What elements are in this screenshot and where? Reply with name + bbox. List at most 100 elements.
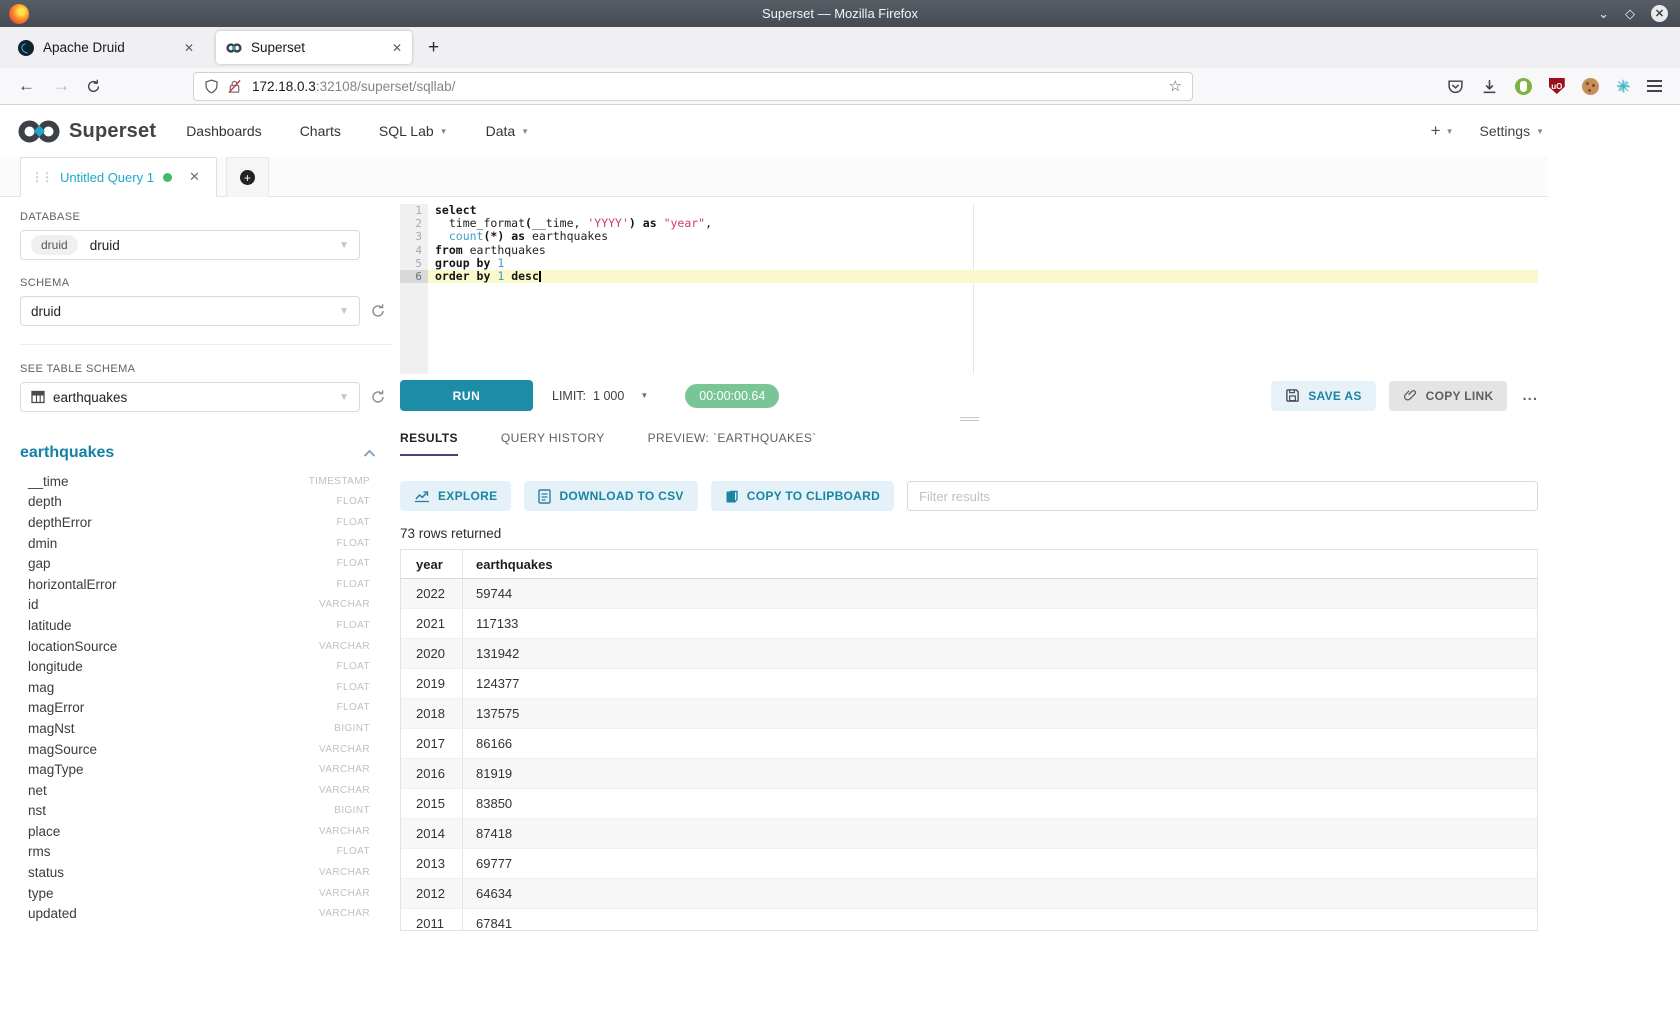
schema-column-row: magTypeVARCHAR: [28, 759, 370, 780]
settings-menu[interactable]: Settings▼: [1479, 123, 1544, 139]
limit-dropdown[interactable]: LIMIT: 1 000 ▼: [552, 389, 648, 403]
column-name: id: [28, 597, 39, 612]
sql-editor[interactable]: 123456 select time_format(__time, 'YYYY'…: [400, 204, 1538, 374]
table-row: 2019124377: [401, 669, 1537, 699]
column-type: VARCHAR: [319, 599, 370, 610]
back-button[interactable]: ←: [18, 76, 35, 96]
cell-earthquakes: 124377: [463, 669, 1537, 698]
add-query-tab[interactable]: +: [226, 157, 269, 197]
nav-dashboards[interactable]: Dashboards: [186, 123, 262, 139]
privacy-badger-icon[interactable]: [1515, 78, 1532, 95]
editor-code[interactable]: select time_format(__time, 'YYYY') as "y…: [428, 204, 1538, 283]
column-type: FLOAT: [337, 496, 370, 507]
superset-logo[interactable]: Superset: [16, 118, 156, 145]
brand-name: Superset: [69, 120, 156, 143]
column-type: FLOAT: [337, 538, 370, 549]
tab-preview-earthquakes[interactable]: PREVIEW: `EARTHQUAKES`: [648, 431, 817, 456]
column-header-year[interactable]: year: [416, 557, 443, 572]
download-csv-button[interactable]: DOWNLOAD TO CSV: [524, 481, 697, 511]
window-titlebar: Superset — Mozilla Firefox ⌄ ◇ ✕: [0, 0, 1680, 27]
refresh-schemas-icon[interactable]: [370, 303, 386, 319]
copy-link-button[interactable]: COPY LINK: [1389, 381, 1508, 411]
table-row: 2020131942: [401, 639, 1537, 669]
column-name: nst: [28, 803, 46, 818]
more-options-button[interactable]: ...: [1522, 387, 1538, 404]
column-type: VARCHAR: [319, 888, 370, 899]
download-icon[interactable]: [1481, 78, 1498, 95]
tracking-shield-icon[interactable]: [204, 79, 219, 94]
refresh-tables-icon[interactable]: [370, 389, 386, 405]
close-button[interactable]: ✕: [1651, 5, 1668, 22]
query-tab-title: Untitled Query 1: [60, 170, 154, 185]
database-type-badge: druid: [31, 235, 78, 255]
menu-icon[interactable]: [1647, 80, 1662, 92]
table-select[interactable]: earthquakes ▼: [20, 382, 360, 412]
column-name: updated: [28, 906, 77, 921]
cell-year: 2019: [401, 669, 463, 698]
table-row: 201167841: [401, 909, 1537, 931]
column-name: rms: [28, 844, 51, 859]
maximize-button[interactable]: ◇: [1625, 7, 1635, 20]
save-as-button[interactable]: SAVE AS: [1271, 381, 1375, 411]
chevron-down-icon: ▼: [640, 391, 648, 400]
ublock-origin-icon[interactable]: uO: [1549, 78, 1565, 94]
tab-query-history[interactable]: QUERY HISTORY: [501, 431, 605, 456]
database-label: DATABASE: [20, 211, 400, 223]
close-tab-icon[interactable]: ✕: [392, 41, 402, 55]
forward-button[interactable]: →: [53, 76, 70, 96]
schema-column-row: status VARCHAR: [28, 862, 370, 883]
column-type: BIGINT: [334, 723, 370, 734]
nav-data[interactable]: Data▼: [486, 123, 530, 139]
column-name: status: [28, 865, 64, 880]
bookmark-star-icon[interactable]: ☆: [1169, 77, 1182, 95]
drag-handle-icon[interactable]: ⋮⋮: [31, 170, 51, 184]
copy-clipboard-button[interactable]: COPY TO CLIPBOARD: [711, 481, 894, 511]
cell-earthquakes: 86166: [463, 729, 1537, 758]
column-name: locationSource: [28, 639, 117, 654]
column-name: horizontalError: [28, 577, 117, 592]
column-header-earthquakes[interactable]: earthquakes: [476, 557, 553, 572]
schema-column-row: locationSourceVARCHAR: [28, 636, 370, 657]
filter-results-input[interactable]: [907, 481, 1538, 511]
query-timer-badge: 00:00:00.64: [685, 384, 779, 408]
line-number: 6: [400, 270, 428, 283]
reload-button[interactable]: [86, 79, 101, 94]
explore-button[interactable]: EXPLORE: [400, 481, 511, 511]
cell-earthquakes: 131942: [463, 639, 1537, 668]
column-type: VARCHAR: [319, 867, 370, 878]
pocket-icon[interactable]: [1447, 78, 1464, 95]
collapse-chevron-icon[interactable]: [363, 449, 376, 458]
sqllab-sidebar: DATABASE druid druid ▼ SCHEMA druid ▼ SE…: [0, 197, 400, 1012]
plus-circle-icon: +: [240, 170, 255, 185]
run-button[interactable]: RUN: [400, 380, 533, 411]
cookie-extension-icon[interactable]: [1582, 78, 1599, 95]
schema-column-row: updatedVARCHAR: [28, 903, 370, 924]
database-select[interactable]: druid druid ▼: [20, 230, 360, 260]
chevron-down-icon: ▼: [440, 127, 448, 136]
browser-tab-superset[interactable]: Superset ✕: [216, 31, 412, 64]
line-number: 2: [400, 217, 428, 230]
column-type: BIGINT: [334, 805, 370, 816]
cell-earthquakes: 83850: [463, 789, 1537, 818]
table-row: 201681919: [401, 759, 1537, 789]
close-tab-icon[interactable]: ✕: [184, 41, 194, 55]
url-bar[interactable]: 172.18.0.3:32108/superset/sqllab/ ☆: [193, 72, 1193, 101]
add-new-button[interactable]: +▼: [1431, 121, 1454, 141]
superset-favicon: [226, 40, 242, 56]
nav-charts[interactable]: Charts: [300, 123, 341, 139]
nav-sql-lab[interactable]: SQL Lab▼: [379, 123, 448, 139]
extension-asterisk-icon[interactable]: ✳: [1616, 78, 1630, 95]
cell-year: 2013: [401, 849, 463, 878]
results-table-body: 2022597442021117133202013194220191243772…: [401, 579, 1537, 931]
insecure-lock-icon[interactable]: [227, 79, 242, 94]
schema-select[interactable]: druid ▼: [20, 296, 360, 326]
pane-resize-handle[interactable]: [400, 411, 1538, 426]
browser-tab-apache-druid[interactable]: Apache Druid ✕: [8, 31, 204, 64]
column-type: VARCHAR: [319, 785, 370, 796]
table-row: 2021117133: [401, 609, 1537, 639]
new-tab-button[interactable]: +: [428, 37, 439, 59]
tab-results[interactable]: RESULTS: [400, 431, 458, 456]
minimize-button[interactable]: ⌄: [1598, 7, 1609, 20]
query-tab-active[interactable]: ⋮⋮ Untitled Query 1 ✕: [20, 157, 217, 197]
close-query-tab-icon[interactable]: ✕: [189, 169, 200, 185]
